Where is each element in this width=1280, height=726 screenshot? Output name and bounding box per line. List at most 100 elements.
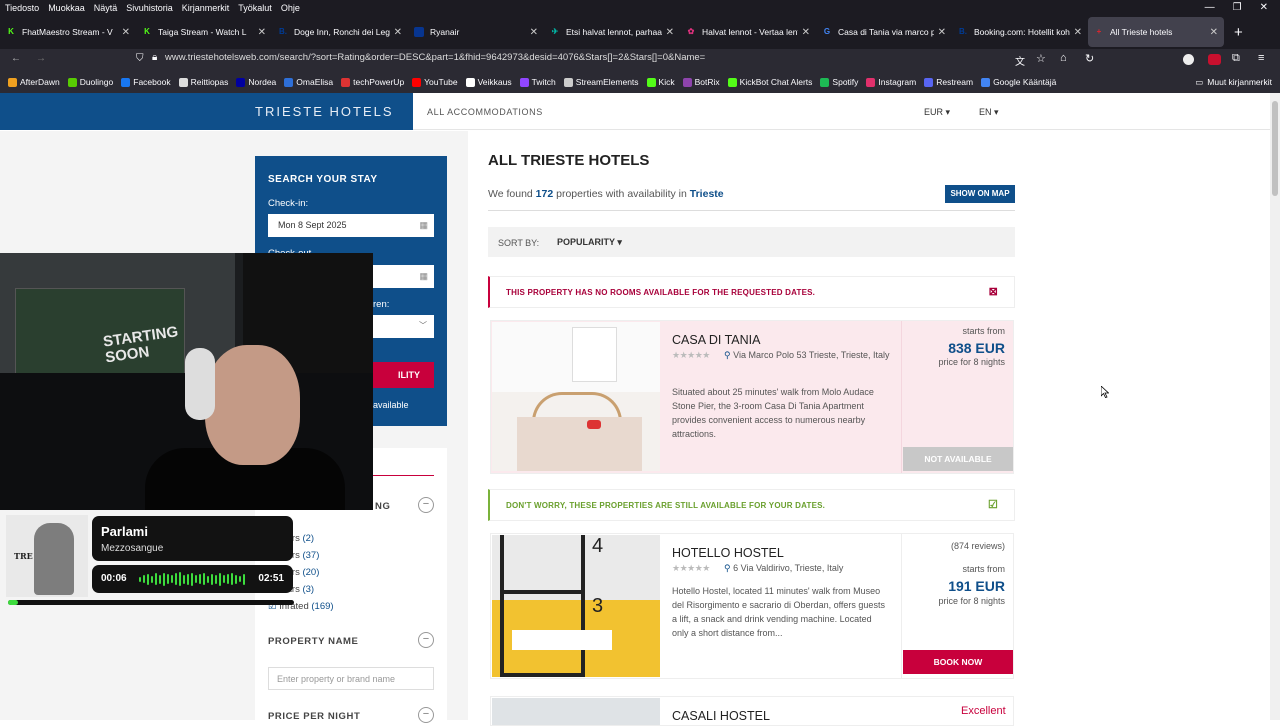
hotel-photo[interactable] [492,322,660,471]
bookmark-label: KickBot Chat Alerts [739,77,813,87]
new-tab-icon[interactable]: + [1234,24,1243,41]
waveform-bar [143,575,145,583]
tab-close-icon[interactable]: ✕ [258,27,266,38]
bookmark-item[interactable]: techPowerUp [341,77,404,87]
bookmark-item[interactable]: Google Kääntäjä [981,77,1056,87]
currency-selector[interactable]: EUR ▾ [924,107,950,118]
translate-icon[interactable]: 文 [1015,53,1025,68]
tab-close-icon[interactable]: ✕ [394,27,402,38]
browser-tab[interactable]: K FhatMaestro Stream - V ✕ [0,17,136,47]
tab-close-icon[interactable]: ✕ [1074,27,1082,38]
extensions-puzzle-icon[interactable]: ⧉ [1232,52,1240,65]
review-count[interactable]: (874 reviews) [951,541,1005,551]
close-window-icon[interactable]: ✕ [1260,2,1268,13]
bookmark-item[interactable]: Twitch [519,77,556,87]
page-scrollbar[interactable] [1270,93,1280,720]
bookmark-item[interactable]: Restream [924,77,973,87]
checkin-input[interactable]: Mon 8 Sept 2025 ▦ [268,214,434,237]
sort-dropdown[interactable]: POPULARITY ▾ [557,237,622,248]
forward-icon[interactable]: → [36,53,46,64]
tab-close-icon[interactable]: ✕ [530,27,538,38]
other-bookmarks[interactable]: ▭ Muut kirjanmerkit [1195,77,1272,88]
bookmark-item[interactable]: Veikkaus [465,77,512,87]
hotel-card[interactable]: CASALI HOSTEL [490,696,1014,726]
hotel-name[interactable]: CASALI HOSTEL [672,709,770,723]
restore-icon[interactable]: ❐ [1233,2,1242,13]
bookmark-item[interactable]: Facebook [121,77,171,87]
bookmark-item[interactable]: Reittiopas [178,77,228,87]
bookmark-item[interactable]: Nordea [236,77,276,87]
show-available-link[interactable]: available [373,400,409,410]
reload-icon[interactable]: ↻ [1085,52,1094,65]
bookmark-item[interactable]: StreamElements [563,77,639,87]
url-bar[interactable]: www.triestehotelsweb.com/search/?sort=Ra… [165,52,705,63]
extension-icon[interactable] [1183,54,1194,65]
hotel-card[interactable]: CASA DI TANIA ★★★★★ ⚲ Via Marco Polo 53 … [490,320,1014,474]
bookmark-item[interactable]: Kick [646,77,675,87]
menu-2[interactable]: Näytä [94,3,118,13]
menu-4[interactable]: Kirjanmerkit [182,3,230,13]
browser-tab[interactable]: ✿ Halvat lennot - Vertaa lento ✕ [680,17,816,47]
bookmark-star-icon[interactable]: ☆ [1036,52,1046,65]
song-progress-bar [8,600,294,605]
bookmark-label: Restream [936,77,974,87]
menu-0[interactable]: Tiedosto [5,3,39,13]
hotel-photo[interactable] [492,698,660,725]
results-city[interactable]: Trieste [690,188,724,200]
language-selector[interactable]: EN ▾ [979,107,999,118]
browser-tab[interactable]: B. Doge Inn, Ronchi dei Legion ✕ [272,17,408,47]
bookmark-item[interactable]: Spotify [820,77,858,87]
menu-3[interactable]: Sivuhistoria [126,3,173,13]
browser-tab[interactable]: B. Booking.com: Hotellit kohte ✕ [952,17,1088,47]
property-name-input[interactable]: Enter property or brand name [268,667,434,690]
tab-close-icon[interactable]: ✕ [666,27,674,38]
collapse-icon[interactable]: − [418,497,434,513]
tab-close-icon[interactable]: ✕ [1210,27,1218,38]
bookmark-item[interactable]: KickBot Chat Alerts [727,77,813,87]
tab-close-icon[interactable]: ✕ [122,27,130,38]
menu-5[interactable]: Työkalut [238,3,272,13]
browser-tab[interactable]: K Taiga Stream - Watch L ✕ [136,17,272,47]
not-available-button[interactable]: NOT AVAILABLE [903,447,1013,471]
browser-tab[interactable]: G Casa di Tania via marco pol ✕ [816,17,952,47]
tab-favicon-icon: K [144,27,150,36]
bookmark-item[interactable]: OmaElisa [284,77,333,87]
hotel-photo[interactable]: 4 3 [492,535,660,677]
bookmark-item[interactable]: AfterDawn [8,77,60,87]
home-icon[interactable]: ⌂ [1060,52,1067,64]
adblock-icon[interactable] [1208,54,1221,65]
shield-icon[interactable]: ⛉ [136,53,144,64]
bookmark-item[interactable]: Duolingo [67,77,113,87]
hotel-name[interactable]: HOTELLO HOSTEL [672,546,784,560]
bookmark-favicon-icon [341,77,351,87]
hamburger-menu-icon[interactable]: ≡ [1258,52,1264,64]
tab-close-icon[interactable]: ✕ [938,27,946,38]
bookmark-item[interactable]: YouTube [412,77,458,87]
menu-1[interactable]: Muokkaa [48,3,85,13]
scrollbar-thumb[interactable] [1272,101,1278,196]
book-now-button[interactable]: BOOK NOW [903,650,1013,674]
site-logo[interactable]: TRIESTE HOTELS [0,93,413,130]
lock-icon[interactable]: 🔒︎ [152,52,157,63]
hotel-name[interactable]: CASA DI TANIA [672,333,760,347]
waveform-bar [151,575,153,583]
collapse-icon[interactable]: − [418,632,434,648]
bookmark-item[interactable]: BotRix [682,77,720,87]
nav-all-accommodations[interactable]: ALL ACCOMMODATIONS [427,107,543,117]
rating-word: Excellent [961,705,1006,717]
show-on-map-button[interactable]: SHOW ON MAP [945,185,1015,203]
browser-tab[interactable]: Ryanair ✕ [408,17,544,47]
collapse-icon[interactable]: − [418,707,434,723]
check-availability-button[interactable]: ILITY [373,362,434,388]
tab-title: Booking.com: Hotellit kohte [974,27,1070,37]
browser-tab[interactable]: ✈ Etsi halvat lennot, parhaat h ✕ [544,17,680,47]
search-heading: SEARCH YOUR STAY [268,174,378,185]
tab-close-icon[interactable]: ✕ [802,27,810,38]
back-icon[interactable]: ← [11,53,21,64]
bookmark-item[interactable]: Instagram [866,77,916,87]
minimize-icon[interactable]: — [1205,2,1215,13]
children-select[interactable]: ﹀ [373,315,434,338]
menu-6[interactable]: Ohje [281,3,300,13]
browser-tab[interactable]: + All Trieste hotels ✕ [1088,17,1224,47]
hotel-card[interactable]: 4 3 HOTELLO HOSTEL ★★★★★ ⚲ 6 Via Valdiri… [490,533,1014,679]
